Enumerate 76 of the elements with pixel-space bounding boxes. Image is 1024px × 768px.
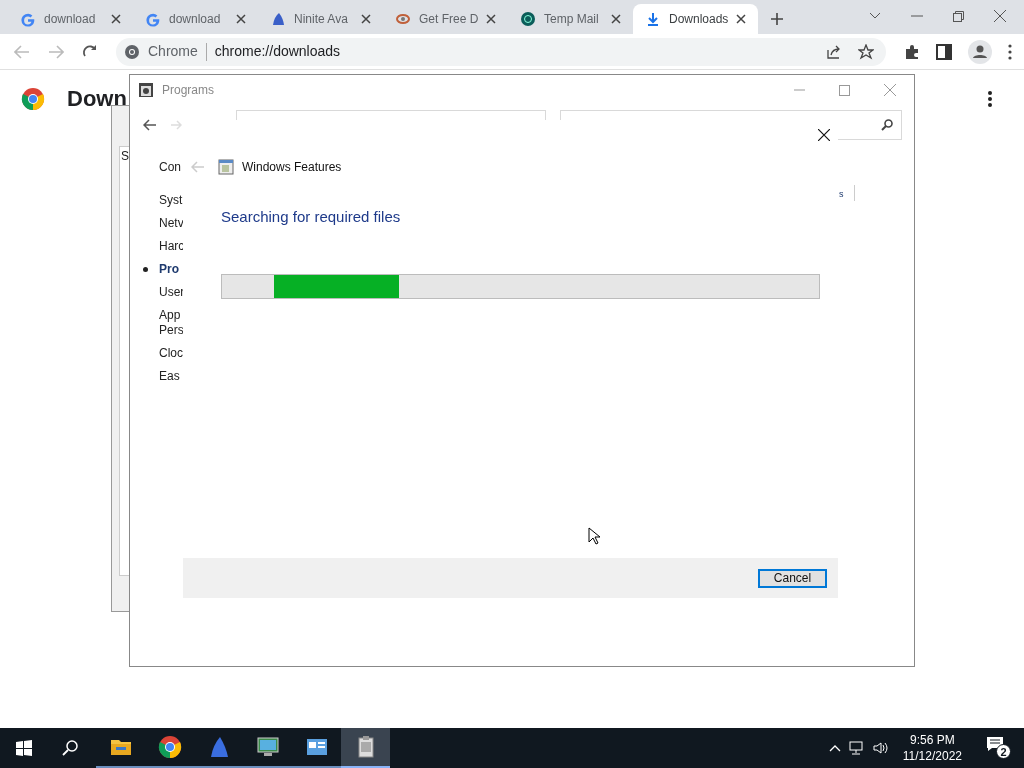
cancel-button[interactable]: Cancel <box>758 568 827 588</box>
sidebar-link[interactable]: App Pers <box>159 308 184 338</box>
dialog-title: Windows Features <box>242 159 342 176</box>
chevron-up-icon[interactable] <box>828 744 841 752</box>
chrome-logo-icon <box>124 43 140 60</box>
side-panel-icon[interactable] <box>936 43 952 60</box>
close-icon[interactable] <box>818 129 830 141</box>
close-icon[interactable] <box>236 14 246 24</box>
browser-tab[interactable]: download <box>133 4 258 34</box>
address-bar[interactable]: Chrome chrome://downloads <box>116 37 886 66</box>
download-icon <box>645 11 661 27</box>
sail-icon <box>270 11 286 27</box>
network-icon[interactable] <box>848 741 865 755</box>
star-icon[interactable] <box>858 43 874 60</box>
browser-tab[interactable]: Ninite Ava <box>258 4 383 34</box>
g-logo-icon <box>145 11 161 27</box>
close-icon[interactable] <box>486 14 497 24</box>
sidebar-link[interactable]: Netv <box>159 216 184 231</box>
share-icon[interactable] <box>826 43 842 60</box>
back-arrow-icon[interactable] <box>143 119 157 131</box>
chrome-logo-icon <box>21 87 45 111</box>
round-badge-icon <box>520 11 536 27</box>
windows-start-icon[interactable] <box>16 740 32 756</box>
tab-title: download <box>44 11 97 28</box>
g-logo-icon <box>20 11 36 27</box>
search-icon <box>881 119 893 131</box>
url-text: chrome://downloads <box>214 42 341 61</box>
sidebar-link[interactable]: Con <box>159 160 181 175</box>
browser-tab[interactable]: download <box>8 4 133 34</box>
sidebar-link[interactable]: User <box>159 285 185 300</box>
label-fragment: s <box>839 188 844 200</box>
eye-icon <box>395 11 411 27</box>
kebab-menu-icon[interactable] <box>988 91 992 107</box>
search-icon[interactable] <box>62 740 78 756</box>
tab-title: Ninite Ava <box>294 11 349 28</box>
window-features-icon <box>218 159 234 175</box>
close-icon[interactable] <box>611 14 621 24</box>
tab-title: Get Free D <box>419 11 479 28</box>
browser-tab[interactable]: Get Free D <box>383 4 508 34</box>
site-label: Chrome <box>148 42 198 61</box>
puzzle-piece-icon[interactable] <box>904 43 920 60</box>
tab-title: download <box>169 11 222 28</box>
window-title: Programs <box>162 82 214 99</box>
close-icon[interactable] <box>361 14 371 24</box>
restore-icon[interactable] <box>953 10 964 22</box>
dialog-heading: Searching for required files <box>221 207 402 227</box>
sidebar-link[interactable]: Harc <box>159 239 185 254</box>
page-title: Down <box>67 85 127 113</box>
sidebar-link[interactable]: Eas <box>159 369 180 384</box>
sidebar-link[interactable]: Cloc <box>159 346 183 361</box>
profile-avatar-icon[interactable] <box>968 39 992 64</box>
close-icon[interactable] <box>736 14 747 24</box>
mouse-pointer-icon <box>588 527 600 545</box>
chevron-down-icon[interactable] <box>869 12 881 20</box>
taskbar-app[interactable] <box>341 728 390 768</box>
browser-tab[interactable]: Downloads <box>633 4 758 34</box>
browser-tab[interactable]: Temp Mail <box>508 4 633 34</box>
notification-badge: 2 <box>996 744 1011 759</box>
tab-title: Downloads <box>669 11 729 28</box>
date-text: 11/12/2022 <box>902 748 962 764</box>
speaker-icon[interactable] <box>872 741 889 755</box>
control-panel-icon <box>138 82 154 98</box>
monitor-icon <box>255 735 280 759</box>
kebab-menu-icon[interactable] <box>1008 43 1012 60</box>
label-fragment: S <box>121 148 129 165</box>
new-tab-icon[interactable] <box>770 12 784 26</box>
sidebar-link[interactable]: Syst <box>159 193 183 208</box>
tab-title: Temp Mail <box>544 11 600 28</box>
clock[interactable]: 9:56 PM 11/12/2022 <box>902 732 962 764</box>
sidebar-link[interactable]: Pro <box>159 262 179 277</box>
chrome-logo-icon <box>157 735 182 759</box>
bullet-icon <box>143 267 148 272</box>
notification-button[interactable]: 2 <box>986 736 1012 760</box>
maximize-icon[interactable] <box>839 84 850 96</box>
close-icon[interactable] <box>111 14 121 24</box>
time-text: 9:56 PM <box>910 732 955 748</box>
